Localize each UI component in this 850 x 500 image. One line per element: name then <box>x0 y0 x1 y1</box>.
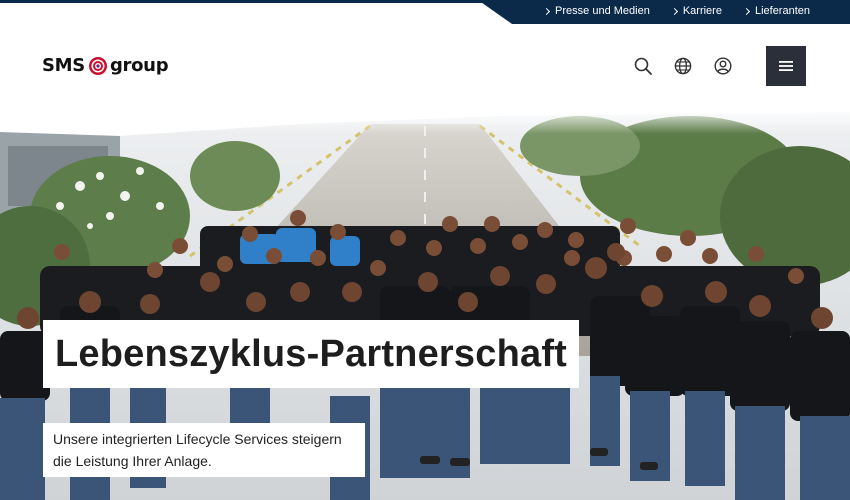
header-actions <box>634 46 806 86</box>
hero-subtext-line-1: Unsere integrierten Lifecycle Services s… <box>53 431 342 447</box>
utility-link-karriere[interactable]: Karriere <box>670 5 722 17</box>
utility-link-label: Presse und Medien <box>555 5 650 17</box>
chevron-right-icon <box>543 7 551 16</box>
hero-section: Lebenszyklus-Partnerschaft Unsere integr… <box>0 106 850 500</box>
globe-icon[interactable] <box>674 57 692 75</box>
utility-link-label: Lieferanten <box>754 5 810 17</box>
utility-nav: Presse und Medien Karriere Lieferanten <box>543 0 810 22</box>
utility-link-presse[interactable]: Presse und Medien <box>543 5 650 17</box>
hero-subtext: Unsere integrierten Lifecycle Services s… <box>43 423 365 477</box>
logo-text-group: group <box>109 55 169 76</box>
chevron-right-icon <box>742 7 750 16</box>
menu-icon <box>779 61 793 71</box>
hero-heading: Lebenszyklus-Partnerschaft <box>43 320 580 388</box>
logo-mark-icon <box>88 56 108 76</box>
site-header: SMS group <box>0 24 850 106</box>
logo-text-sms: SMS <box>42 55 85 76</box>
chevron-right-icon <box>670 7 678 16</box>
utility-link-lieferanten[interactable]: Lieferanten <box>742 5 810 17</box>
user-icon[interactable] <box>714 57 732 75</box>
utility-bar: Presse und Medien Karriere Lieferanten <box>0 0 850 24</box>
utility-link-label: Karriere <box>682 5 722 17</box>
sms-group-logo[interactable]: SMS group <box>42 55 169 76</box>
hero-subtext-line-2: die Leistung Ihrer Anlage. <box>53 453 212 469</box>
search-icon[interactable] <box>634 57 652 75</box>
menu-button[interactable] <box>766 46 806 86</box>
